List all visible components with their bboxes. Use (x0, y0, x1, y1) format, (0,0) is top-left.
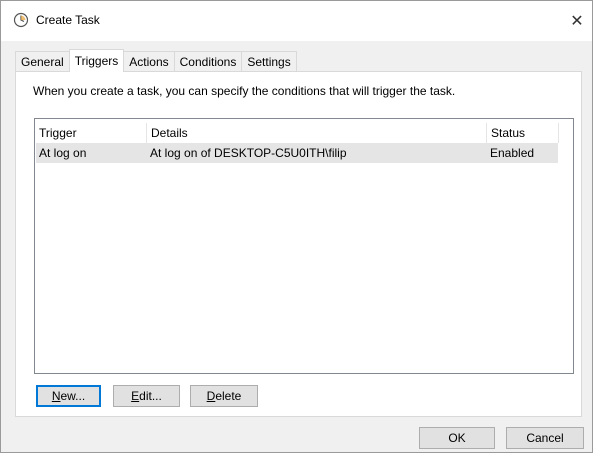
new-button-mnemonic: N (51, 389, 61, 403)
column-header-details[interactable]: Details (147, 123, 487, 143)
new-button-label: ew... (60, 389, 86, 403)
tab-settings[interactable]: Settings (241, 51, 297, 71)
tab-strip: General Triggers Actions Conditions Sett… (15, 49, 297, 72)
cell-trigger: At log on (39, 146, 87, 160)
column-header-trigger[interactable]: Trigger (35, 123, 147, 143)
window-title: Create Task (36, 13, 100, 27)
create-task-window: Create Task ✕ General Triggers Actions C… (0, 0, 593, 453)
tab-general[interactable]: General (15, 51, 70, 71)
triggers-intro-text: When you create a task, you can specify … (33, 84, 456, 98)
tab-actions[interactable]: Actions (123, 51, 175, 71)
triggers-panel: When you create a task, you can specify … (15, 71, 582, 417)
tab-conditions[interactable]: Conditions (173, 51, 243, 71)
column-header-status[interactable]: Status (487, 123, 559, 143)
close-button[interactable]: ✕ (562, 1, 592, 41)
new-button[interactable]: New... (36, 385, 101, 407)
delete-button-label: elete (215, 389, 242, 403)
cell-status: Enabled (490, 146, 535, 160)
tab-triggers[interactable]: Triggers (68, 49, 125, 72)
clock-icon (13, 12, 29, 28)
table-row[interactable]: At log on At log on of DESKTOP-C5U0ITH\f… (36, 143, 558, 163)
ok-button[interactable]: OK (419, 427, 495, 449)
edit-button-mnemonic: E (131, 389, 140, 403)
cancel-button[interactable]: Cancel (506, 427, 584, 449)
close-icon: ✕ (570, 13, 584, 30)
triggers-list[interactable]: Trigger Details Status At log on At log … (34, 118, 574, 374)
delete-button-mnemonic: D (206, 389, 216, 403)
delete-button[interactable]: Delete (190, 385, 258, 407)
title-bar[interactable]: Create Task ✕ (1, 1, 592, 41)
cell-details: At log on of DESKTOP-C5U0ITH\filip (150, 146, 347, 160)
edit-button-label: dit... (139, 389, 162, 403)
list-header: Trigger Details Status (35, 123, 559, 143)
edit-button[interactable]: Edit... (113, 385, 180, 407)
